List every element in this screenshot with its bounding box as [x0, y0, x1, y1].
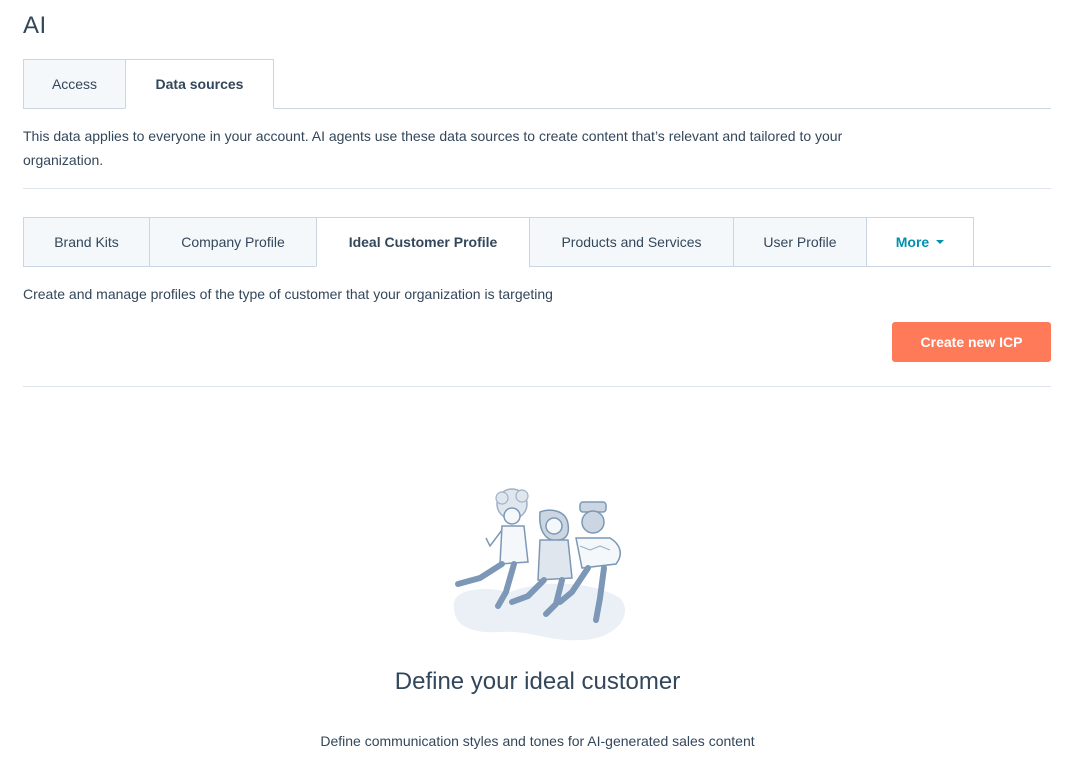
top-tab-bar: Access Data sources	[23, 59, 1051, 109]
tab-access-label: Access	[51, 76, 98, 92]
divider	[23, 386, 1051, 387]
page-title: AI	[23, 12, 47, 39]
create-new-icp-button[interactable]: Create new ICP	[892, 322, 1051, 362]
tab-products-and-services-label: Products and Services	[561, 234, 702, 250]
empty-state-description: Define communication styles and tones fo…	[320, 733, 755, 749]
tab-brand-kits[interactable]: Brand Kits	[23, 217, 150, 267]
tab-more-label: More	[895, 234, 930, 250]
tab-data-sources-label: Data sources	[155, 76, 244, 92]
divider	[23, 188, 1051, 189]
empty-state-title: Define your ideal customer	[394, 668, 681, 695]
tab-products-and-services[interactable]: Products and Services	[529, 217, 734, 267]
tab-data-sources[interactable]: Data sources	[125, 59, 274, 109]
people-walking-illustration-icon	[453, 488, 626, 641]
tab-ideal-customer-profile-label: Ideal Customer Profile	[348, 234, 498, 250]
data-sources-description: This data applies to everyone in your ac…	[23, 128, 843, 168]
tab-user-profile[interactable]: User Profile	[733, 217, 867, 267]
tab-company-profile[interactable]: Company Profile	[149, 217, 317, 267]
tab-company-profile-label: Company Profile	[181, 234, 285, 250]
tab-more-dropdown[interactable]: More	[866, 217, 974, 267]
tab-user-profile-label: User Profile	[763, 234, 837, 250]
tab-access[interactable]: Access	[23, 59, 126, 109]
sub-tab-bar: Brand Kits Company Profile Ideal Custome…	[23, 217, 1051, 267]
tab-ideal-customer-profile[interactable]: Ideal Customer Profile	[316, 217, 530, 267]
icp-description: Create and manage profiles of the type o…	[23, 286, 553, 302]
caret-down-icon	[936, 240, 945, 244]
tab-brand-kits-label: Brand Kits	[54, 234, 119, 250]
